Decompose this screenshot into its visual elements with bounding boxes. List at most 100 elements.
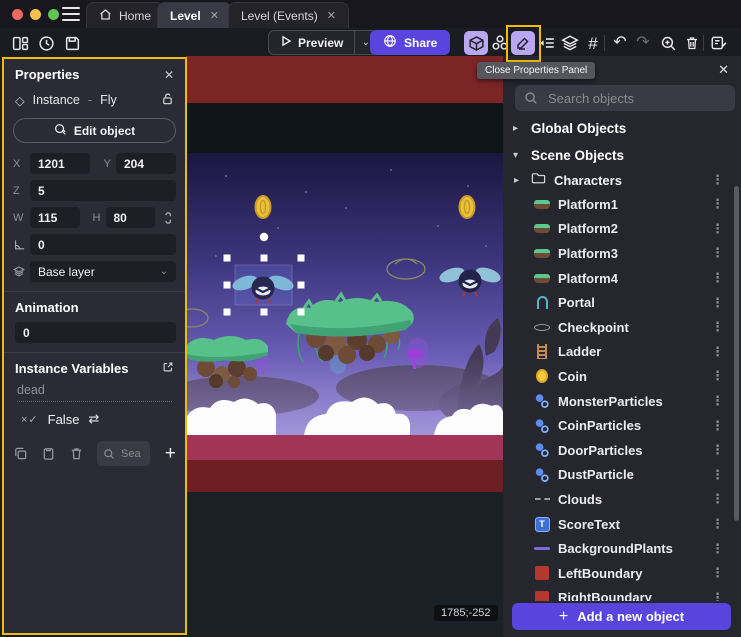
toggle-panels-icon[interactable] — [8, 31, 32, 55]
height-input[interactable]: 80 — [106, 207, 156, 228]
delete-icon[interactable] — [680, 31, 704, 55]
add-variable-icon[interactable]: + — [165, 444, 176, 463]
layer-select[interactable]: Base layer ⌄ — [30, 261, 176, 282]
redo-icon[interactable]: ↷ — [631, 31, 655, 55]
tab-close-icon[interactable]: ✕ — [210, 9, 219, 22]
edit-scene-properties-icon[interactable] — [707, 31, 731, 55]
undo-icon[interactable]: ↶ — [608, 31, 632, 55]
close-properties-icon[interactable]: ✕ — [164, 68, 174, 82]
history-icon[interactable] — [34, 31, 58, 55]
add-object-button[interactable]: + Add a new object — [512, 603, 731, 630]
edit-object-button[interactable]: Edit object — [13, 118, 176, 143]
width-label: W — [13, 212, 25, 224]
layer-select-value: Base layer — [38, 265, 95, 279]
instance-separator: - — [88, 93, 92, 107]
angle-icon — [13, 238, 25, 251]
edit-properties-icon[interactable] — [511, 31, 535, 55]
object-list-item[interactable]: MonsterParticles⋮ — [503, 389, 741, 414]
object-list-item[interactable]: DoorParticles⋮ — [503, 438, 741, 463]
object-list-item[interactable]: Portal⋮ — [503, 290, 741, 315]
macos-close-button[interactable] — [12, 9, 23, 20]
variable-name[interactable]: dead — [17, 383, 172, 402]
cursor-coordinates-badge: 1785;-252 — [434, 605, 498, 621]
group-scene-objects[interactable]: ▾ Scene Objects — [503, 143, 741, 167]
layers-icon[interactable] — [558, 31, 582, 55]
kebab-menu-icon[interactable]: ⋮ — [711, 590, 741, 601]
folder-icon — [531, 171, 546, 189]
y-input[interactable]: 204 — [116, 153, 176, 174]
close-objects-panel-icon[interactable]: ✕ — [718, 62, 729, 78]
object-name: Platform4 — [558, 271, 711, 286]
paste-icon[interactable] — [41, 446, 56, 461]
instances-list-icon[interactable] — [535, 31, 559, 55]
variables-search[interactable] — [97, 441, 150, 466]
object-name: Portal — [558, 295, 711, 310]
object-name: Platform3 — [558, 246, 711, 261]
kebab-menu-icon[interactable]: ⋮ — [711, 565, 741, 581]
macos-minimize-button[interactable] — [30, 9, 41, 20]
grid-icon[interactable]: # — [581, 31, 605, 55]
variables-search-input[interactable] — [119, 447, 143, 461]
object-groups-icon[interactable] — [488, 31, 512, 55]
z-input[interactable]: 5 — [30, 180, 176, 201]
variable-value[interactable]: False — [48, 412, 80, 427]
objects-search-input[interactable] — [546, 90, 726, 107]
object-list-item[interactable]: Platform4⋮ — [503, 266, 741, 291]
home-icon — [99, 8, 112, 24]
object-list-item[interactable]: CoinParticles⋮ — [503, 413, 741, 438]
object-list-item[interactable]: Ladder⋮ — [503, 340, 741, 365]
tab-home[interactable]: Home — [86, 2, 164, 28]
editor-toolbar: Preview ⌄ Share # ↶ ↷ — [0, 28, 741, 56]
x-input[interactable]: 1201 — [30, 153, 90, 174]
object-list-item[interactable]: Checkpoint⋮ — [503, 315, 741, 340]
scene-canvas[interactable]: 1785;-252 — [186, 56, 503, 637]
particles-thumbnail-icon — [533, 442, 551, 458]
delete-variable-icon[interactable] — [69, 446, 84, 461]
tooltip: Close Properties Panel — [477, 62, 595, 79]
object-list-item[interactable]: Platform1⋮ — [503, 192, 741, 217]
object-list-item[interactable]: BackgroundPlants⋮ — [503, 536, 741, 561]
macos-zoom-button[interactable] — [48, 9, 59, 20]
kebab-menu-icon[interactable]: ⋮ — [711, 541, 741, 557]
copy-icon[interactable] — [13, 446, 28, 461]
object-name: Platform2 — [558, 221, 711, 236]
width-input[interactable]: 115 — [30, 207, 80, 228]
tab-close-icon[interactable]: ✕ — [327, 9, 336, 22]
main-menu-icon[interactable] — [62, 7, 80, 21]
coin-thumbnail-icon — [533, 369, 551, 383]
object-list-item[interactable]: Coin⋮ — [503, 364, 741, 389]
platform-thumbnail-icon — [533, 224, 551, 233]
objects-scrollbar[interactable] — [734, 186, 739, 521]
lock-open-icon[interactable] — [161, 92, 174, 108]
object-name: ScoreText — [558, 517, 711, 532]
object-list-item[interactable]: Clouds⋮ — [503, 487, 741, 512]
portal-thumbnail-icon — [533, 296, 551, 309]
window-tab-bar: Home Level ✕ Level (Events) ✕ — [0, 0, 741, 28]
object-name: Ladder — [558, 344, 711, 359]
toggle-3d-view-icon[interactable] — [464, 31, 488, 55]
object-list-item[interactable]: RightBoundary⋮ — [503, 586, 741, 602]
tab-label: Level — [170, 9, 201, 23]
object-list-item[interactable]: Platform3⋮ — [503, 241, 741, 266]
tab-level-events[interactable]: Level (Events) ✕ — [228, 2, 349, 28]
angle-input[interactable]: 0 — [30, 234, 176, 255]
folder-characters[interactable]: ▸ Characters ⋮ — [503, 168, 741, 192]
toggle-value-icon[interactable]: ⇄ — [88, 411, 99, 427]
objects-search[interactable] — [515, 85, 735, 111]
preview-button[interactable]: Preview ⌄ — [268, 30, 377, 55]
animation-input[interactable]: 0 — [15, 322, 176, 343]
open-variables-icon[interactable] — [162, 361, 174, 376]
lock-ratio-icon[interactable] — [160, 211, 176, 225]
object-list-item[interactable]: DustParticle⋮ — [503, 463, 741, 488]
object-list-item[interactable]: ScoreText⋮ — [503, 512, 741, 537]
share-button[interactable]: Share — [370, 30, 450, 55]
boolean-type-icon: ×✓ — [21, 413, 39, 426]
tab-level[interactable]: Level ✕ — [157, 2, 232, 28]
group-global-objects[interactable]: ▸ Global Objects — [503, 116, 741, 140]
particles-thumbnail-icon — [533, 467, 551, 483]
save-icon[interactable] — [60, 31, 84, 55]
z-label: Z — [13, 185, 25, 197]
object-list-item[interactable]: LeftBoundary⋮ — [503, 561, 741, 586]
object-list-item[interactable]: Platform2⋮ — [503, 217, 741, 242]
zoom-in-icon[interactable] — [656, 31, 680, 55]
